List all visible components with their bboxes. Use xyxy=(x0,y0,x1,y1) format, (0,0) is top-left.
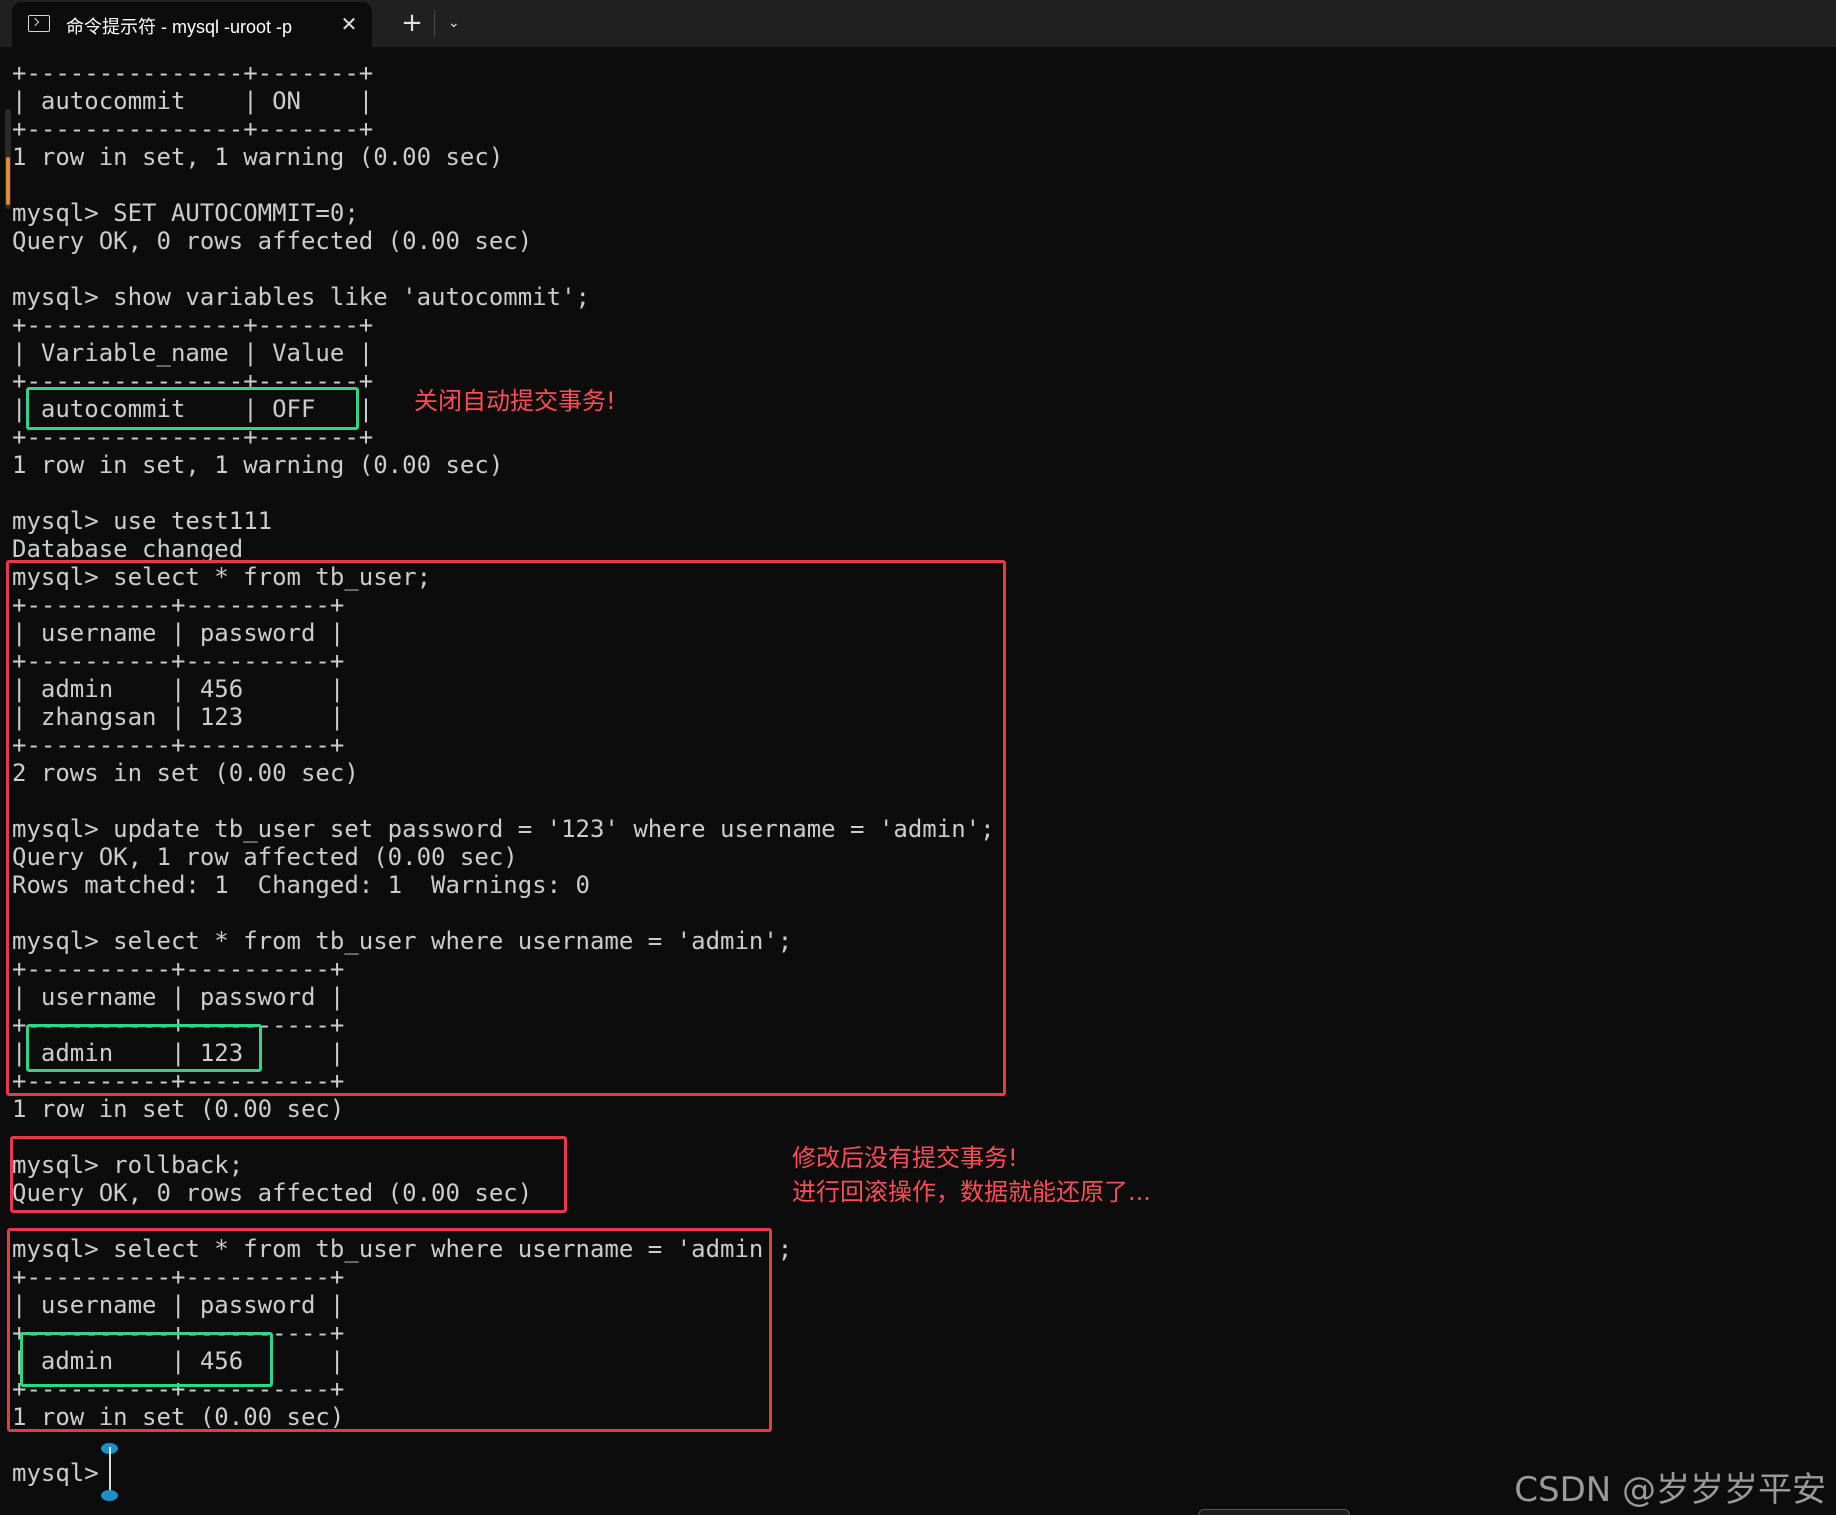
terminal-tab[interactable]: 命令提示符 - mysql -uroot -p ✕ xyxy=(12,2,372,47)
terminal-line: Database changed xyxy=(12,535,244,563)
terminal-icon xyxy=(28,15,50,32)
terminal-line: mysql> SET AUTOCOMMIT=0; xyxy=(12,199,359,227)
restored-row-highlight xyxy=(20,1332,273,1387)
bottom-chip xyxy=(1198,1509,1350,1515)
title-bar: 命令提示符 - mysql -uroot -p ✕ + ⌄ xyxy=(0,0,1836,47)
autocommit-off-highlight xyxy=(26,387,359,430)
chevron-down-icon[interactable]: ⌄ xyxy=(438,8,470,38)
terminal-line: mysql> use test111 xyxy=(12,507,273,535)
terminal-line: | Variable_name | Value | xyxy=(12,339,374,367)
terminal-line: 1 row in set (0.00 sec) xyxy=(12,1095,345,1123)
terminal-prompt[interactable]: mysql> xyxy=(12,1459,113,1487)
terminal-line: +---------------+-------+ xyxy=(12,59,374,87)
new-tab-button[interactable]: + xyxy=(394,6,430,40)
update-transaction-highlight xyxy=(6,560,1006,1096)
terminal-line: 1 row in set, 1 warning (0.00 sec) xyxy=(12,451,504,479)
cursor-handle-bottom[interactable] xyxy=(101,1490,118,1501)
terminal-line: 1 row in set, 1 warning (0.00 sec) xyxy=(12,143,504,171)
annotation-rollback-line1: 修改后没有提交事务! xyxy=(792,1144,1018,1172)
close-icon[interactable]: ✕ xyxy=(334,9,364,39)
terminal-line: +---------------+-------+ xyxy=(12,115,374,143)
updated-row-highlight xyxy=(26,1024,262,1072)
terminal-line: mysql> show variables like 'autocommit'; xyxy=(12,283,590,311)
annotation-rollback-line2: 进行回滚操作，数据就能还原了... xyxy=(792,1178,1151,1206)
terminal-line: Query OK, 0 rows affected (0.00 sec) xyxy=(12,227,533,255)
restored-query-highlight xyxy=(7,1228,772,1432)
watermark: CSDN @岁岁岁平安 xyxy=(1514,1470,1826,1510)
annotation-autocommit-off: 关闭自动提交事务! xyxy=(414,387,616,415)
terminal-line: | autocommit | ON | xyxy=(12,87,374,115)
rollback-highlight xyxy=(10,1136,567,1213)
terminal-line: +---------------+-------+ xyxy=(12,311,374,339)
tab-title: 命令提示符 - mysql -uroot -p xyxy=(66,17,293,37)
tab-separator xyxy=(434,10,435,37)
scrollbar-thumb[interactable] xyxy=(6,157,10,205)
